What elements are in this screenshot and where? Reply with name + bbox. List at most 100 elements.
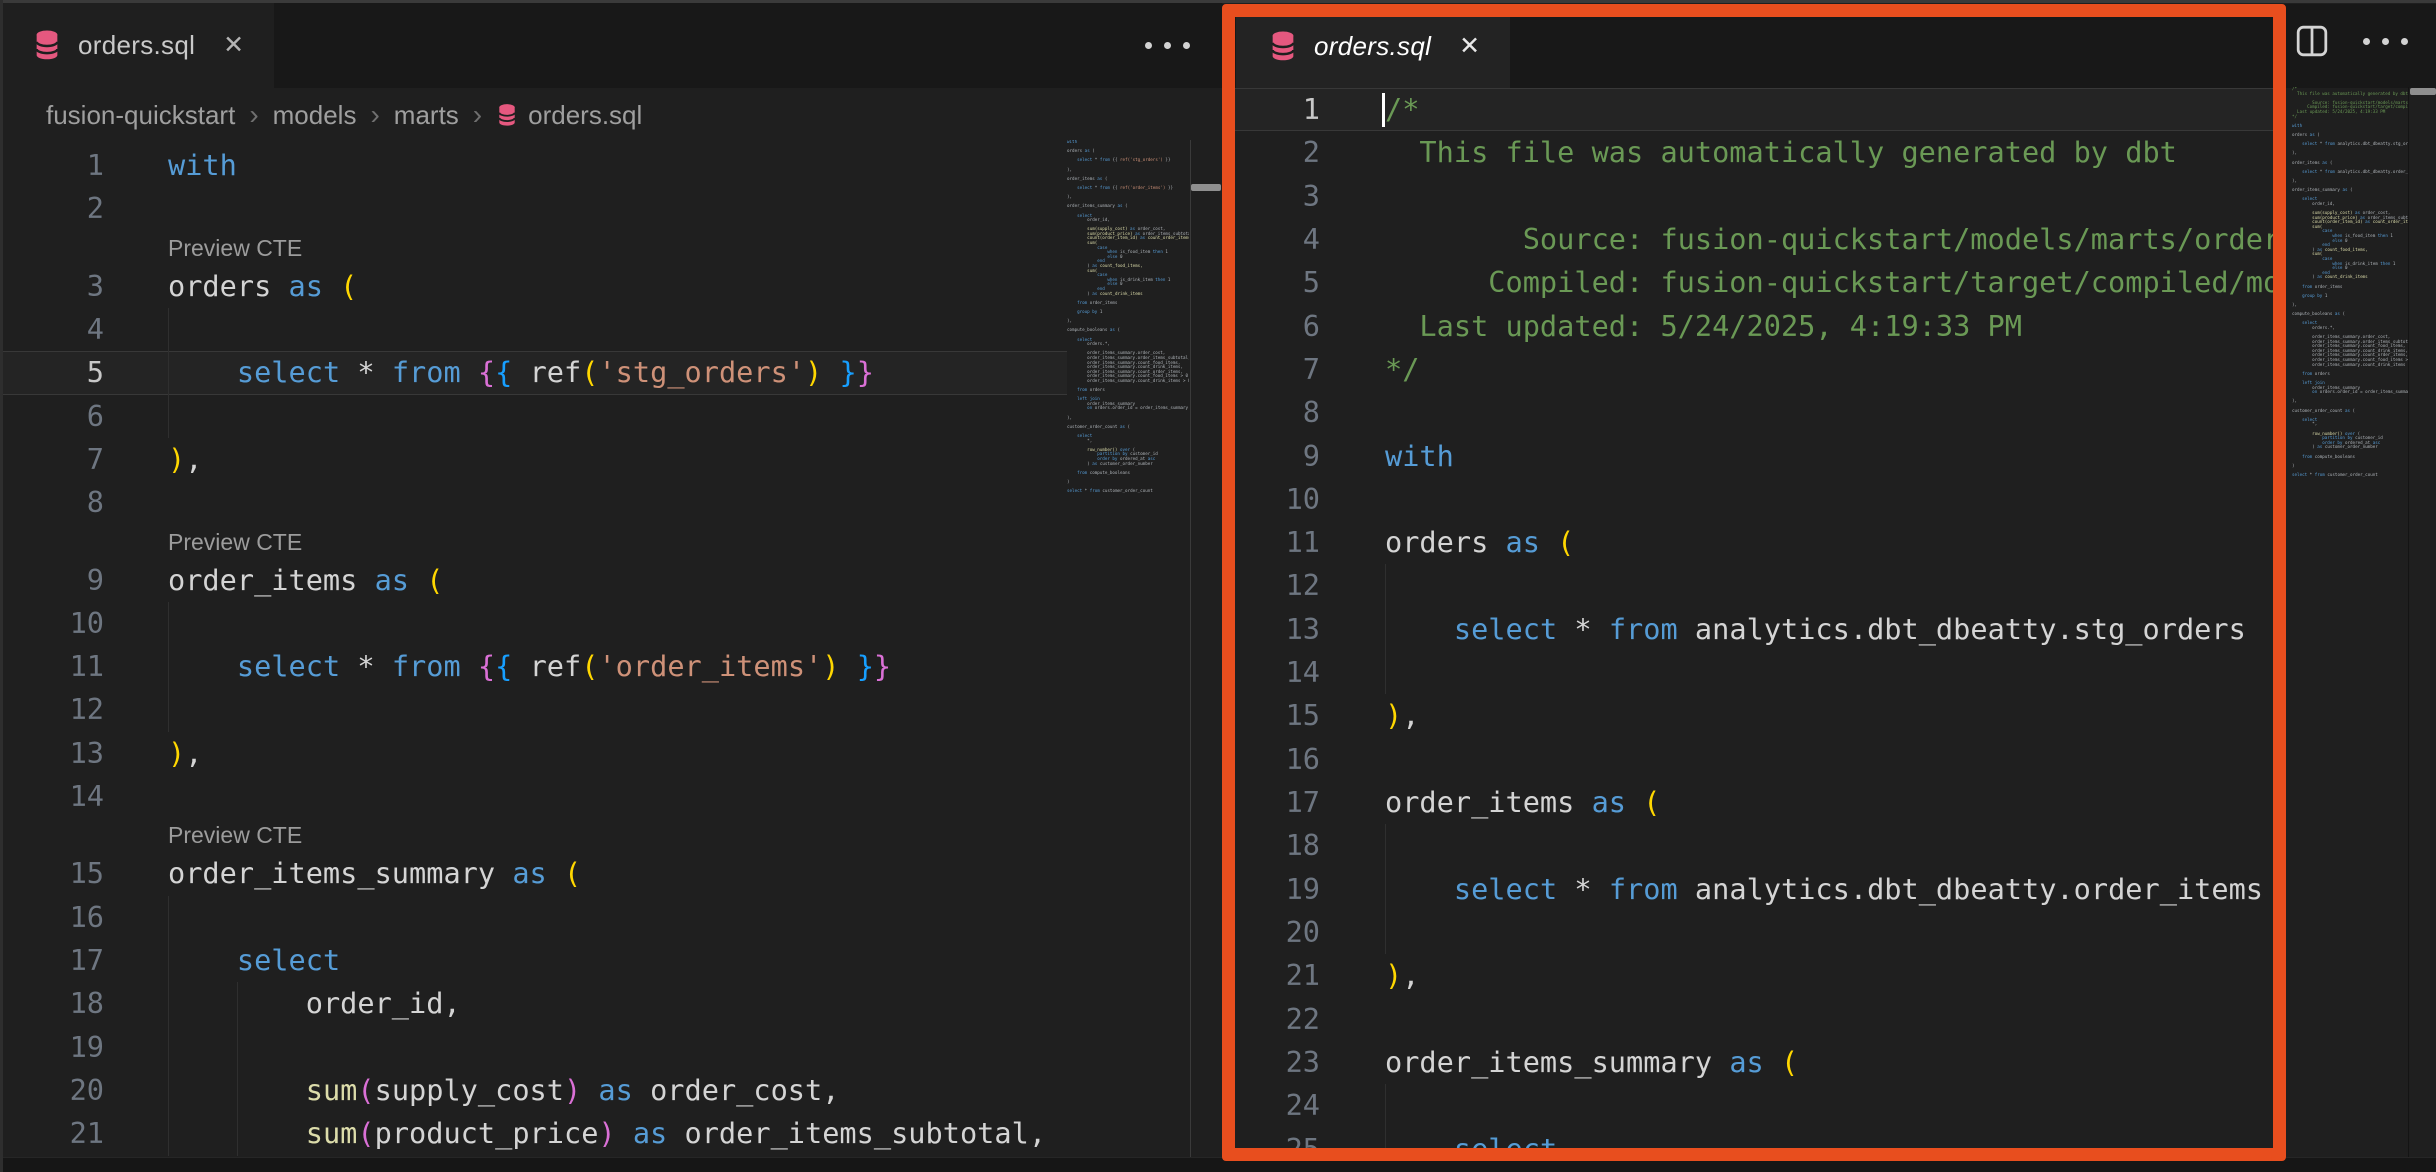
code-line-15[interactable]: 15order_items_summary as ( (0, 852, 1067, 895)
sql-file-icon (32, 29, 62, 61)
code-line-8[interactable]: 8 (0, 481, 1067, 524)
line-number: 15 (0, 852, 104, 895)
code-editor-compiled[interactable]: 1/*2 This file was automatically generat… (1222, 88, 2273, 1157)
code-line-7[interactable]: 7*/ (1222, 348, 2273, 391)
tab-orders-sql-compiled[interactable]: orders.sql ✕ (1236, 4, 1510, 88)
code-lens[interactable]: Preview CTE (0, 818, 1067, 852)
more-actions-icon[interactable] (2363, 38, 2408, 45)
code-line-18[interactable]: 18 (1222, 824, 2273, 867)
indent-guide (1385, 1128, 1386, 1158)
code-line-14[interactable]: 14 (1222, 651, 2273, 694)
split-editor-icon[interactable] (2295, 24, 2329, 58)
code-line-4[interactable]: 4 (0, 308, 1067, 351)
line-number: 17 (0, 939, 104, 982)
code-line-14[interactable]: 14 (0, 775, 1067, 818)
code-line-11[interactable]: 11orders as ( (1222, 521, 2273, 564)
code-line-6[interactable]: 6 (0, 395, 1067, 438)
editor-actions (2295, 24, 2408, 58)
code-line-25[interactable]: 25 select (1222, 1128, 2273, 1158)
indent-guide (1385, 1084, 1386, 1127)
code-line-9[interactable]: 9with (1222, 435, 2273, 478)
code-line-19[interactable]: 19 select * from analytics.dbt_dbeatty.o… (1222, 868, 2273, 911)
code-line-11[interactable]: 11 select * from {{ ref('order_items') }… (0, 645, 1067, 688)
tab-orders-sql-source[interactable]: orders.sql ✕ (0, 2, 274, 88)
chevron-right-icon: › (370, 99, 379, 131)
code-line-1[interactable]: 1/* (1222, 88, 2273, 131)
line-number: 3 (0, 265, 104, 308)
line-number: 3 (1222, 175, 1320, 218)
code-line-2[interactable]: 2 (0, 187, 1067, 230)
indent-guide (168, 602, 169, 645)
code-line-10[interactable]: 10 (1222, 478, 2273, 521)
code-line-7[interactable]: 7), (0, 438, 1067, 481)
line-number: 7 (1222, 348, 1320, 391)
code-line-20[interactable]: 20 (1222, 911, 2273, 954)
close-icon[interactable]: ✕ (1459, 31, 1480, 61)
close-icon[interactable]: ✕ (223, 30, 244, 60)
code-line-4[interactable]: 4 Source: fusion-quickstart/models/marts… (1222, 218, 2273, 261)
code-line-23[interactable]: 23order_items_summary as ( (1222, 1041, 2273, 1084)
line-number: 1 (1222, 88, 1320, 131)
indent-guide (1385, 868, 1386, 911)
code-line-6[interactable]: 6 Last updated: 5/24/2025, 4:19:33 PM (1222, 305, 2273, 348)
code-line-5[interactable]: 5 Compiled: fusion-quickstart/target/com… (1222, 261, 2273, 304)
indent-guide (237, 982, 238, 1025)
code-line-22[interactable]: 22 (1222, 998, 2273, 1041)
line-number: 10 (0, 602, 104, 645)
code-lens[interactable]: Preview CTE (0, 525, 1067, 559)
bottom-panel-edge (0, 1157, 2436, 1172)
line-number: 12 (0, 688, 104, 731)
code-line-12[interactable]: 12 (1222, 564, 2273, 607)
code-line-9[interactable]: 9order_items as ( (0, 559, 1067, 602)
indent-guide (1385, 824, 1386, 867)
line-number: 5 (0, 351, 104, 394)
code-line-5[interactable]: 5 select * from {{ ref('stg_orders') }} (0, 351, 1067, 394)
code-line-16[interactable]: 16 (0, 896, 1067, 939)
code-line-19[interactable]: 19 (0, 1026, 1067, 1069)
overview-ruler (1190, 140, 1191, 1157)
more-actions-icon[interactable] (1145, 2, 1190, 88)
breadcrumb-item-marts[interactable]: marts (394, 100, 459, 131)
code-line-15[interactable]: 15), (1222, 694, 2273, 737)
code-line-2[interactable]: 2 This file was automatically generated … (1222, 131, 2273, 174)
breadcrumb-item-file[interactable]: orders.sql (528, 100, 642, 131)
code-line-17[interactable]: 17order_items as ( (1222, 781, 2273, 824)
code-line-13[interactable]: 13), (0, 732, 1067, 775)
code-line-10[interactable]: 10 (0, 602, 1067, 645)
chevron-right-icon: › (249, 99, 258, 131)
code-line-8[interactable]: 8 (1222, 391, 2273, 434)
line-number: 21 (1222, 954, 1320, 997)
code-line-3[interactable]: 3orders as ( (0, 265, 1067, 308)
code-lens[interactable]: Preview CTE (0, 231, 1067, 265)
code-line-3[interactable]: 3 (1222, 175, 2273, 218)
code-line-16[interactable]: 16 (1222, 738, 2273, 781)
code-line-13[interactable]: 13 select * from analytics.dbt_dbeatty.s… (1222, 608, 2273, 651)
code-line-21[interactable]: 21), (1222, 954, 2273, 997)
line-number: 11 (0, 645, 104, 688)
text-cursor (1382, 93, 1385, 127)
code-line-1[interactable]: 1with (0, 144, 1067, 187)
line-number: 9 (1222, 435, 1320, 478)
window-left-border (0, 0, 3, 1172)
indent-guide (168, 688, 169, 731)
line-number: 6 (1222, 305, 1320, 348)
minimap[interactable]: /* This file was automatically generated… (2292, 87, 2408, 507)
code-line-20[interactable]: 20 sum(supply_cost) as order_cost, (0, 1069, 1067, 1112)
code-editor-source[interactable]: 1with2Preview CTE3orders as (45 select *… (0, 144, 1067, 1157)
line-number: 18 (1222, 824, 1320, 867)
line-number: 16 (1222, 738, 1320, 781)
breadcrumb-item-project[interactable]: fusion-quickstart (46, 100, 235, 131)
breadcrumb: fusion-quickstart › models › marts › ord… (0, 88, 1222, 142)
code-line-21[interactable]: 21 sum(product_price) as order_items_sub… (0, 1112, 1067, 1155)
code-line-24[interactable]: 24 (1222, 1084, 2273, 1127)
indent-guide (1385, 651, 1386, 694)
minimap[interactable]: with orders as ( select * from {{ ref('s… (1067, 140, 1189, 560)
code-line-18[interactable]: 18 order_id, (0, 982, 1067, 1025)
line-number: 17 (1222, 781, 1320, 824)
code-line-12[interactable]: 12 (0, 688, 1067, 731)
indent-guide (168, 351, 169, 394)
breadcrumb-item-models[interactable]: models (273, 100, 357, 131)
indent-guide (168, 395, 169, 438)
code-line-17[interactable]: 17 select (0, 939, 1067, 982)
indent-guide (1385, 564, 1386, 607)
